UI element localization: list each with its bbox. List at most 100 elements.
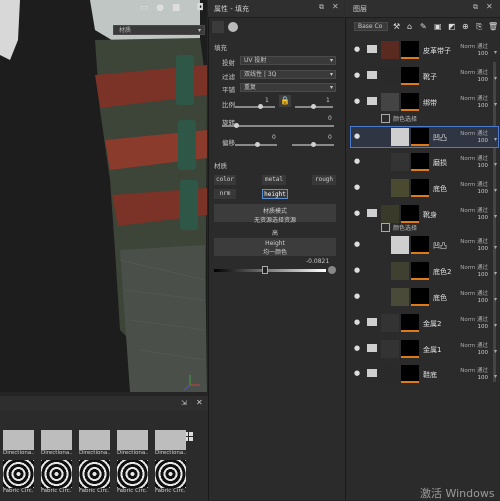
scale-y-slider-knob[interactable] <box>311 104 316 109</box>
chevron-down-icon[interactable]: ▾ <box>494 296 497 303</box>
visibility-eye-icon[interactable]: ● <box>354 344 362 352</box>
brush-icon[interactable]: ✎ <box>420 22 427 31</box>
add-fill-icon[interactable]: ⌂ <box>407 22 412 31</box>
chevron-down-icon[interactable]: ▾ <box>494 213 497 220</box>
chevron-down-icon[interactable]: ▾ <box>494 373 497 380</box>
layer-row[interactable]: ● 底色2 Norm 通过 100 ▾ <box>351 261 498 281</box>
layer-row[interactable]: ● 金属1 Norm 通过 100 ▾ <box>351 339 498 359</box>
color-picker-icon[interactable] <box>328 266 336 274</box>
chevron-down-icon[interactable]: ▾ <box>494 49 497 56</box>
layer-opacity[interactable]: 100 <box>478 103 489 109</box>
layer-opacity[interactable]: 100 <box>478 51 489 57</box>
shelf-resource-tile[interactable]: Directiona... Fabric Circ... <box>3 430 34 494</box>
close-icon[interactable]: ✕ <box>196 398 203 407</box>
layer-opacity[interactable]: 100 <box>478 215 489 221</box>
undock-icon[interactable]: ⧉ <box>473 3 478 12</box>
visibility-eye-icon[interactable]: ● <box>354 266 362 274</box>
chevron-down-icon[interactable]: ▾ <box>494 348 497 355</box>
shelf-resource-tile[interactable]: Directiona... Fabric Circ... <box>41 430 72 494</box>
scale-slider-track[interactable] <box>235 106 275 108</box>
layer-opacity[interactable]: 100 <box>478 298 489 304</box>
sphere-icon[interactable]: ● <box>154 3 166 14</box>
chevron-down-icon[interactable]: ▾ <box>494 270 497 277</box>
shelf-resource-tile[interactable]: Directiona... Fabric Circ... <box>155 430 186 494</box>
layer-blend-mode[interactable]: Norm 通过 <box>460 315 488 323</box>
layer-blend-mode[interactable]: Norm 通过 <box>460 180 488 188</box>
layer-blend-mode[interactable]: Norm 通过 <box>460 263 488 271</box>
add-effect-icon[interactable]: ⊕ <box>462 22 469 31</box>
scale-slider-knob[interactable] <box>258 104 263 109</box>
lock-icon[interactable]: 🔒 <box>279 95 291 107</box>
chevron-down-icon[interactable]: ▾ <box>494 187 497 194</box>
shelf-resource-tile[interactable]: Directiona... Fabric Circ... <box>117 430 148 494</box>
layer-opacity[interactable]: 100 <box>478 272 489 278</box>
visibility-eye-icon[interactable]: ● <box>354 183 362 191</box>
visibility-eye-icon[interactable]: ● <box>354 209 362 217</box>
chevron-down-icon[interactable]: ▾ <box>494 161 497 168</box>
visibility-eye-icon[interactable]: ● <box>354 318 362 326</box>
add-folder-icon[interactable]: ▣ <box>434 22 442 31</box>
layer-opacity[interactable]: 100 <box>478 138 489 144</box>
layer-row[interactable]: ● 凹凸 Norm 通过 100 ▾ <box>351 235 498 255</box>
viewport-mode-dropdown[interactable]: 材质 ▾ <box>113 25 205 35</box>
close-icon[interactable]: ✕ <box>486 2 493 11</box>
layer-row[interactable]: ● 鞋底 Norm 通过 100 ▾ <box>351 364 498 384</box>
offset-y-slider-knob[interactable] <box>311 142 316 147</box>
channel-color-button[interactable]: color <box>214 175 236 185</box>
color-selection-row[interactable]: 颜色选择 <box>351 223 498 233</box>
layer-row[interactable]: ● 靴身 Norm 通过 100 ▾ <box>351 204 498 224</box>
frame-icon[interactable]: ▭ <box>138 3 150 14</box>
layer-blend-mode[interactable]: Norm 通过 <box>460 341 488 349</box>
channel-metal-button[interactable]: metal <box>262 175 286 185</box>
filter-select[interactable]: 双线性 | 3Q ▾ <box>240 70 336 79</box>
layer-blend-mode[interactable]: Norm 通过 <box>460 68 488 76</box>
layer-blend-mode[interactable]: Norm 通过 <box>460 42 488 50</box>
visibility-eye-icon[interactable]: ● <box>354 369 362 377</box>
boot-model-render[interactable] <box>0 0 207 392</box>
layer-opacity[interactable]: 100 <box>478 77 489 83</box>
add-mask-icon[interactable]: ◩ <box>448 22 456 31</box>
layer-blend-mode[interactable]: Norm 通过 <box>460 237 488 245</box>
visibility-eye-icon[interactable]: ● <box>354 45 362 53</box>
projection-select[interactable]: UV 投射 ▾ <box>240 56 336 65</box>
layer-blend-mode[interactable]: Norm 通过 <box>460 94 488 102</box>
layer-row[interactable]: ● 底色 Norm 通过 100 ▾ <box>351 287 498 307</box>
layer-blend-mode[interactable]: Norm 通过 <box>460 129 488 137</box>
visibility-eye-icon[interactable]: ● <box>354 71 362 79</box>
offset-x-slider-knob[interactable] <box>255 142 260 147</box>
wand-icon[interactable]: ⚒ <box>393 22 400 31</box>
visibility-eye-icon[interactable]: ● <box>354 157 362 165</box>
layer-row[interactable]: ● 底色 Norm 通过 100 ▾ <box>351 178 498 198</box>
fill-tab-icon[interactable] <box>212 21 224 33</box>
channel-height-button[interactable]: height <box>262 189 288 199</box>
channel-rough-button[interactable]: rough <box>312 175 336 185</box>
layer-blend-dropdown[interactable]: Base Co <box>354 22 388 31</box>
chevron-down-icon[interactable]: ▾ <box>494 136 497 143</box>
layer-blend-mode[interactable]: Norm 通过 <box>460 154 488 162</box>
layer-opacity[interactable]: 100 <box>478 375 489 381</box>
layer-row[interactable]: ● 绑带 Norm 通过 100 ▾ <box>351 92 498 112</box>
camera-icon[interactable]: ■ <box>170 3 182 14</box>
3d-viewport[interactable]: ▭ ● ■ ◘ 材质 ▾ <box>0 0 207 392</box>
visibility-eye-icon[interactable]: ● <box>354 240 362 248</box>
layer-row[interactable]: ● 靴子 Norm 通过 100 ▾ <box>351 66 498 86</box>
layer-blend-mode[interactable]: Norm 通过 <box>460 366 488 374</box>
layer-opacity[interactable]: 100 <box>478 246 489 252</box>
delete-icon[interactable]: 🗑 <box>488 22 498 31</box>
layer-row[interactable]: ● 磨损 Norm 通过 100 ▾ <box>351 152 498 172</box>
checkbox-icon[interactable] <box>381 223 390 232</box>
rotate-slider-knob[interactable] <box>234 123 239 128</box>
close-icon[interactable]: ✕ <box>332 2 339 11</box>
chevron-down-icon[interactable]: ▾ <box>494 244 497 251</box>
undock-icon[interactable]: ⧉ <box>319 3 324 12</box>
color-selection-row[interactable]: 颜色选择 <box>351 114 498 124</box>
layer-blend-mode[interactable]: Norm 通过 <box>460 206 488 214</box>
material-tab-icon[interactable] <box>228 22 238 32</box>
visibility-eye-icon[interactable]: ● <box>354 97 362 105</box>
chevron-down-icon[interactable]: ▾ <box>494 75 497 82</box>
layer-opacity[interactable]: 100 <box>478 189 489 195</box>
channel-nrm-button[interactable]: nrm <box>214 189 236 199</box>
layer-opacity[interactable]: 100 <box>478 350 489 356</box>
layer-blend-mode[interactable]: Norm 通过 <box>460 289 488 297</box>
height-slider-knob[interactable] <box>262 266 268 274</box>
